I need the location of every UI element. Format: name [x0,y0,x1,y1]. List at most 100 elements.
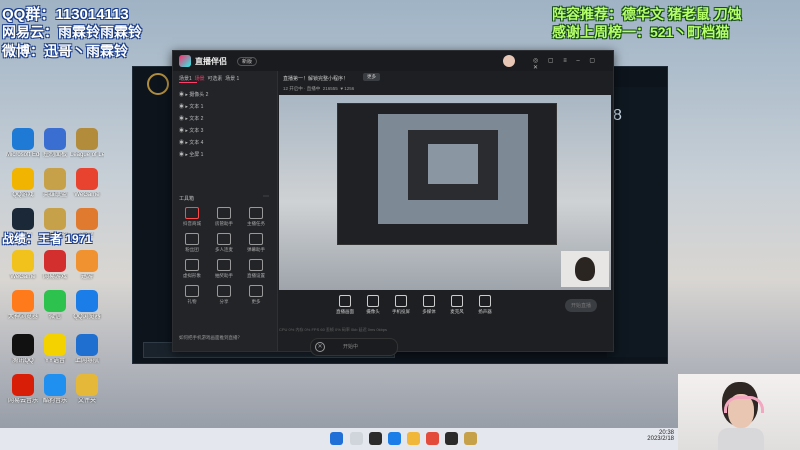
app-icon [76,168,98,190]
friends-panel: 8 [607,87,667,357]
task-view-icon[interactable] [369,432,382,445]
tool-item[interactable]: 抽奖助手 [209,259,239,279]
mic-control[interactable]: 麦克风 [445,295,469,315]
desktop-icon-label: WeGame [10,274,36,280]
desktop-icon[interactable]: 腾讯QQ [6,334,40,365]
tool-icon [249,259,263,271]
desktop-icon[interactable]: 大神浏览器 [6,290,40,321]
camera-control[interactable]: 摄像头 [361,295,385,315]
desktop-icon-label: Microsoft Edge [6,152,40,158]
app-icon [76,250,98,272]
tool-label: 房管助手 [215,221,233,226]
lol-logo-icon [147,73,169,95]
title-bar: 直播伴侣 新版 ◎ ▢ ≡ – ▢ ✕ [173,51,613,71]
scene-item[interactable]: ◉ ▸ 文本 4 [179,139,203,146]
app-icon [76,128,98,150]
tool-label: 弹幕助手 [247,247,265,252]
app-icon [12,168,34,190]
tool-item[interactable]: 礼物 [177,285,207,305]
desktop-icon-label: WeGame [74,192,100,198]
webcam-thumb [561,251,609,287]
desktop-icon[interactable]: 控制面板 [38,128,72,159]
start-live-button[interactable]: 开始直播 [565,299,598,312]
app-icon [44,374,66,396]
room-info: 12 开启中 · 直播中 216555 ♥ 1256 [283,86,355,91]
app-icon [12,128,34,150]
desktop-icon[interactable]: WeGame [6,250,40,281]
tool-item[interactable]: 分享 [209,285,239,305]
desktop-icon[interactable]: YY语音 [38,334,72,365]
headphones [724,396,764,413]
webcam-overlay [678,374,800,450]
tool-item[interactable]: 虚拟形象 [177,259,207,279]
version-badge[interactable]: 新版 [237,57,258,66]
tool-icon [185,207,199,219]
desktop-icon[interactable]: 文件夹 [70,374,104,405]
phone-cast-control[interactable]: 手机投屏 [389,295,413,315]
app-icon[interactable] [426,432,439,445]
app-icon [12,250,34,272]
desktop-icon[interactable]: 上网导航 [70,334,104,365]
tool-label: 直播设置 [247,273,265,278]
app-icon [12,208,34,230]
desktop-icon[interactable]: 迅游 [70,250,104,281]
desktop-icon[interactable]: 微信 [38,290,72,321]
scene-item[interactable]: ◉ ▸ 文本 2 [179,115,203,122]
app-icon [44,208,66,230]
more-icon[interactable]: ⋯ [263,193,269,200]
desktop-icon-label: 微信 [48,314,61,320]
scene-capture-control[interactable]: 直播画面 [333,295,357,315]
tool-item[interactable]: 房管助手 [209,207,239,227]
edge-icon[interactable] [388,432,401,445]
overlay-netease: 网易云：雨霖铃雨霖铃 [2,24,142,40]
scene-tabs[interactable]: 场景1 场景 可选素 场景 1 [179,75,239,82]
desktop-icon[interactable]: QQ游戏 [6,168,40,199]
tool-item[interactable]: 更多 [241,285,271,305]
desktop-icon-label: QQ浏览器 [73,314,101,320]
tool-label: 抽奖助手 [215,273,233,278]
desktop-icon[interactable]: Microsoft Edge [6,128,40,159]
start-icon[interactable] [330,432,343,445]
tool-label: 粉丝团 [185,247,199,252]
app-icon [76,290,98,312]
media-control[interactable]: 多媒体 [417,295,441,315]
tiktok-icon[interactable] [445,432,458,445]
desktop-icon[interactable]: 网易游戏 [38,250,72,281]
desktop-icon[interactable]: League of Legends [70,128,104,159]
tool-item[interactable]: 主播任务 [241,207,271,227]
scene-item[interactable]: ◉ ▸ 文本 1 [179,103,203,110]
lol-icon[interactable] [464,432,477,445]
notice-more-button[interactable]: 更多 [363,73,380,81]
search-icon[interactable] [350,432,363,445]
clock[interactable]: 20:38 2023/2/18 [640,430,674,442]
tool-item[interactable]: 抖音商城 [177,207,207,227]
scene-item[interactable]: ◉ ▸ 摄像头 2 [179,91,208,98]
tool-item[interactable]: 直播设置 [241,259,271,279]
app-logo-icon [179,55,191,67]
tool-item[interactable]: 粉丝团 [177,233,207,253]
desktop-icon-label: 酷狗音乐 [42,398,67,404]
desktop-icon[interactable]: 网易云音乐 [6,374,40,405]
avatar[interactable] [503,55,515,67]
notice-text: 直播第一！解锁完整小程序！ [283,76,349,82]
live-companion-window: 直播伴侣 新版 ◎ ▢ ≡ – ▢ ✕ 场景1 场景 可选素 场景 1 ◉ ▸ … [172,50,614,352]
tool-icon [185,233,199,245]
desktop-icon[interactable]: WeGame [70,168,104,199]
desktop-icon-label: 文件夹 [77,398,96,404]
app-icon [76,334,98,356]
scene-item[interactable]: ◉ ▸ 全屏 1 [179,151,203,158]
desktop-icon[interactable]: 英雄联盟 [38,168,72,199]
window-controls[interactable]: ◎ ▢ ≡ – ▢ ✕ [533,57,613,71]
explorer-icon[interactable] [407,432,420,445]
desktop-icon[interactable]: QQ浏览器 [70,290,104,321]
speaker-control[interactable]: 扬声器 [473,295,497,315]
tool-label: 主播任务 [247,221,265,226]
hint-text[interactable]: 如何把手机游戏画面推到直播？ [179,335,242,341]
tool-icon [249,285,263,297]
bottom-control[interactable]: ✕ 开始中 [310,338,398,356]
overlay-thanks: 感谢上周榜一：521丶町档猫 [552,24,730,40]
tool-item[interactable]: 弹幕助手 [241,233,271,253]
tool-item[interactable]: 多人连麦 [209,233,239,253]
scene-item[interactable]: ◉ ▸ 文本 3 [179,127,203,134]
desktop-icon[interactable]: 酷狗音乐 [38,374,72,405]
